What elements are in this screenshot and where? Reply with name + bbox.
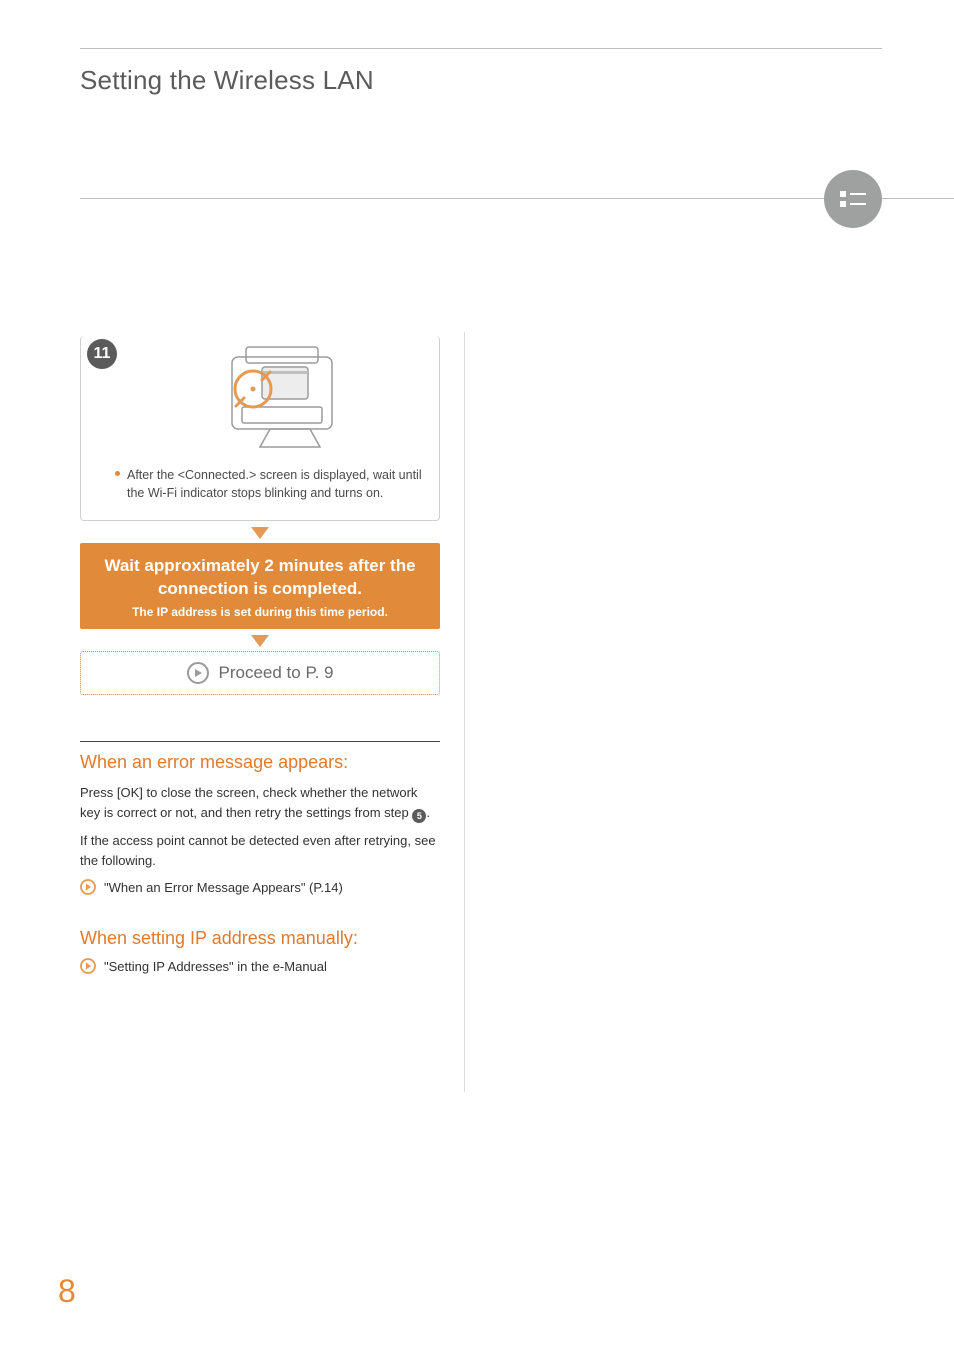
error-para1-b: . <box>426 805 430 820</box>
wait-box: Wait approximately 2 minutes after the c… <box>80 543 440 629</box>
step5-badge: 5 <box>412 809 426 823</box>
arrow-right-circle-icon <box>80 958 96 979</box>
triangle-down-icon <box>251 527 269 539</box>
step-number-badge: 11 <box>87 339 117 369</box>
arrow-right-circle-icon <box>187 662 209 684</box>
error-ref-row: "When an Error Message Appears" (P.14) <box>80 878 440 900</box>
rule-top <box>80 48 882 49</box>
step-card: 11 <box>80 336 440 521</box>
flow-triangle-2 <box>80 635 440 647</box>
ip-ref-row: "Setting IP Addresses" in the e-Manual <box>80 957 440 979</box>
left-column: 11 <box>80 332 440 1092</box>
step-note-text: After the <Connected.> screen is display… <box>127 468 422 500</box>
proceed-box: Proceed to P. 9 <box>80 651 440 695</box>
error-para2: If the access point cannot be detected e… <box>80 831 440 870</box>
arrow-right-circle-icon <box>80 879 96 900</box>
chapter-badge-icon <box>824 170 882 228</box>
error-para1-a: Press [OK] to close the screen, check wh… <box>80 785 417 820</box>
wait-line1: Wait approximately 2 minutes after the c… <box>94 555 426 601</box>
error-ref: "When an Error Message Appears" (P.14) <box>104 878 343 898</box>
rule-under-chapter <box>80 198 954 199</box>
proceed-text: Proceed to P. 9 <box>219 663 334 683</box>
ip-heading: When setting IP address manually: <box>80 928 440 949</box>
triangle-down-icon <box>251 635 269 647</box>
page: Setting the Wireless LAN 11 <box>0 0 954 1350</box>
content-columns: 11 <box>80 332 882 1092</box>
step-note: After the <Connected.> screen is display… <box>97 466 423 502</box>
right-column <box>489 332 882 1092</box>
page-title: Setting the Wireless LAN <box>80 65 882 96</box>
bullet-dot-icon <box>115 471 120 476</box>
error-heading: When an error message appears: <box>80 752 440 773</box>
ip-ref: "Setting IP Addresses" in the e-Manual <box>104 957 327 977</box>
printer-illustration <box>97 336 423 456</box>
flow-triangle-1 <box>80 527 440 539</box>
error-para1: Press [OK] to close the screen, check wh… <box>80 783 440 823</box>
section-rule <box>80 741 440 742</box>
step-number: 11 <box>94 345 111 363</box>
wait-line2: The IP address is set during this time p… <box>94 605 426 619</box>
column-divider <box>464 332 465 1092</box>
page-number: 8 <box>58 1273 76 1310</box>
